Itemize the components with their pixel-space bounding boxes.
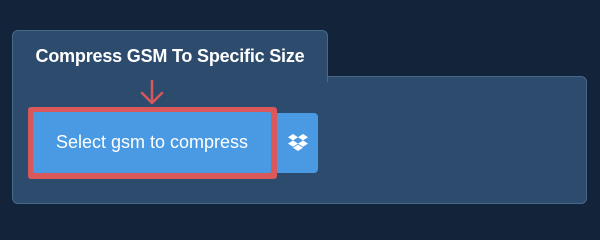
dropbox-button[interactable] (277, 113, 318, 173)
tab-title: Compress GSM To Specific Size (35, 46, 305, 66)
select-file-button[interactable]: Select gsm to compress (33, 112, 271, 173)
arrow-down-icon (140, 80, 164, 105)
dropbox-icon (287, 134, 308, 151)
